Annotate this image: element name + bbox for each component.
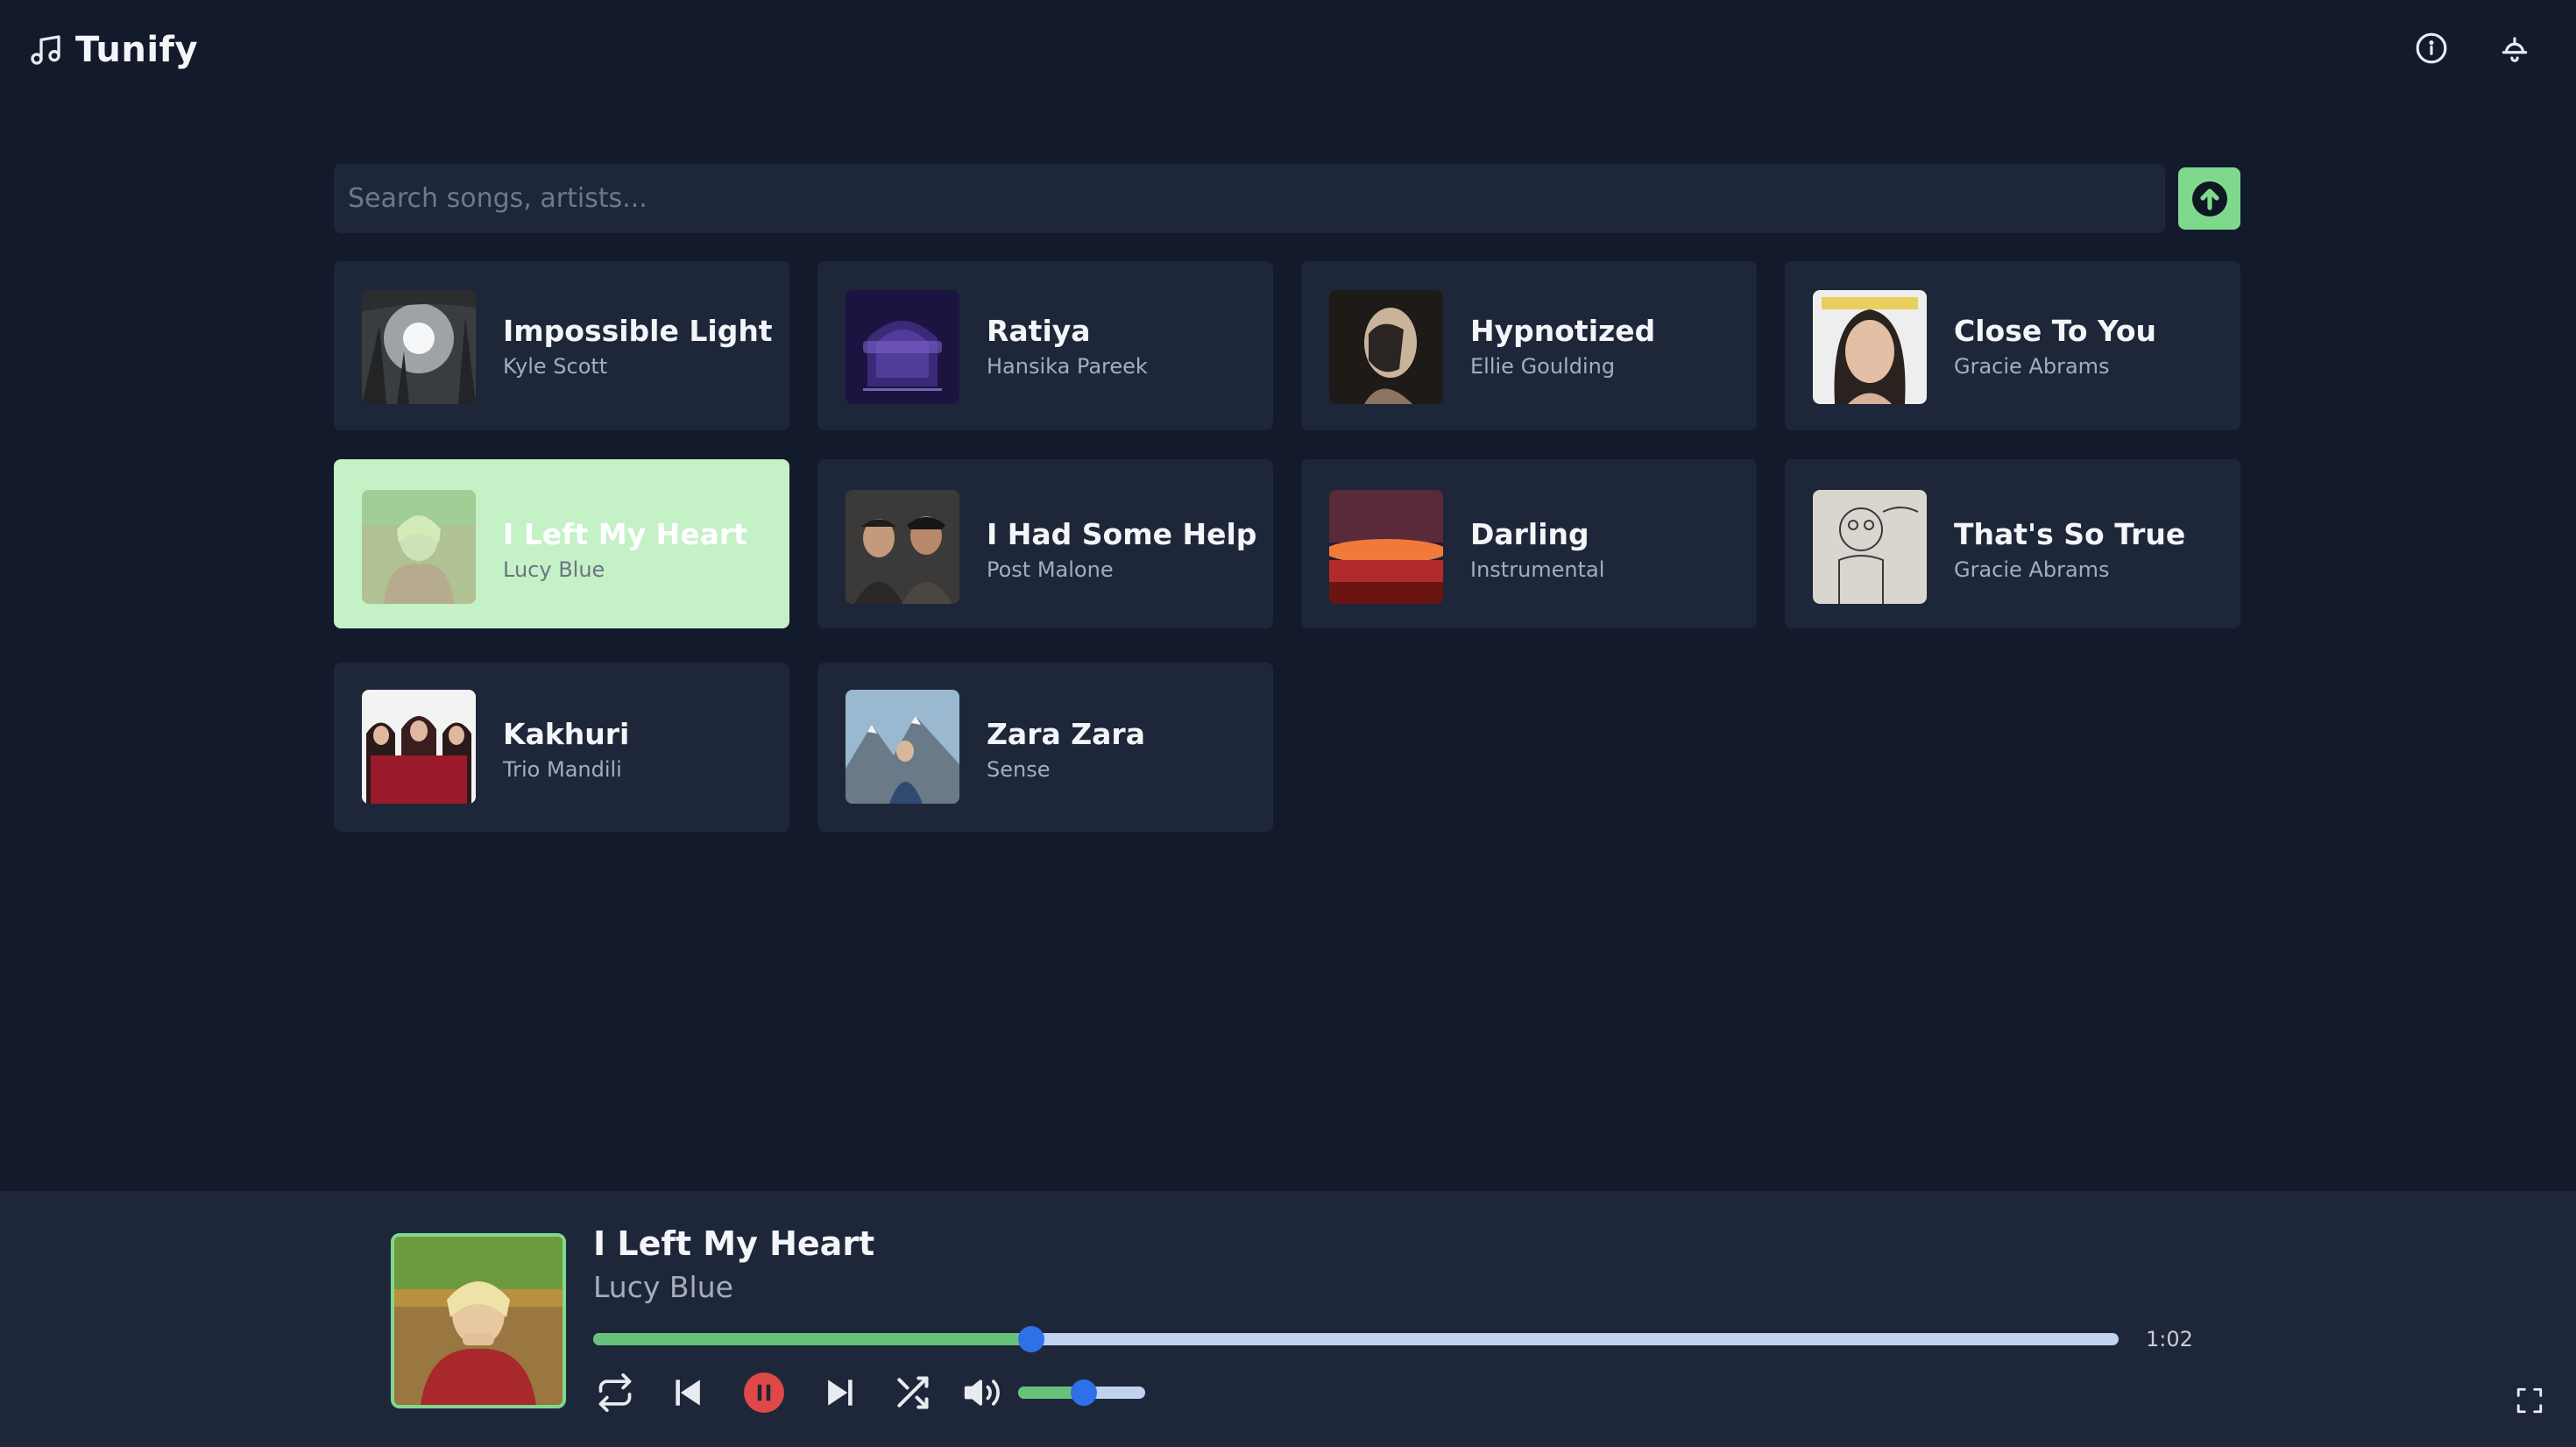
song-title: Hypnotized: [1470, 314, 1656, 348]
brand[interactable]: Tunify: [28, 26, 198, 74]
album-art: [362, 690, 476, 804]
album-art: [1329, 290, 1443, 404]
previous-button[interactable]: [662, 1366, 715, 1419]
bell-icon: [2502, 37, 2528, 62]
album-art: [846, 490, 959, 604]
volume-knob[interactable]: [1071, 1380, 1098, 1406]
song-artist: Trio Mandili: [503, 757, 622, 782]
now-playing-title: I Left My Heart: [593, 1224, 875, 1263]
search-bar: [334, 164, 2165, 233]
now-playing-art[interactable]: [391, 1233, 566, 1408]
song-card-active[interactable]: I Left My Heart Lucy Blue: [334, 459, 789, 628]
fullscreen-button[interactable]: [2511, 1382, 2548, 1419]
song-title: Impossible Light: [503, 314, 773, 348]
song-title: I Had Some Help: [987, 517, 1257, 551]
progress-fill: [593, 1333, 1031, 1345]
album-art: [1813, 490, 1927, 604]
info-icon: [2416, 32, 2447, 64]
search-input[interactable]: [334, 164, 2165, 233]
song-artist: Kyle Scott: [503, 354, 608, 379]
song-title: Zara Zara: [987, 717, 1145, 751]
next-icon: [828, 1380, 853, 1406]
previous-icon: [676, 1380, 700, 1406]
song-title: Darling: [1470, 517, 1589, 551]
song-card[interactable]: I Had Some Help Post Malone: [817, 459, 1273, 628]
album-art: [846, 290, 959, 404]
song-card[interactable]: Kakhuri Trio Mandili: [334, 663, 789, 832]
song-artist: Gracie Abrams: [1954, 557, 2110, 582]
progress-slider[interactable]: [593, 1326, 2119, 1352]
album-art: [1329, 490, 1443, 604]
song-artist: Instrumental: [1470, 557, 1605, 582]
song-title: I Left My Heart: [503, 517, 747, 551]
shuffle-icon: [897, 1376, 929, 1409]
upload-icon: [2191, 181, 2227, 216]
album-art: [362, 490, 476, 604]
volume-slider[interactable]: [1018, 1380, 1145, 1406]
song-title: Close To You: [1954, 314, 2157, 348]
song-card[interactable]: Zara Zara Sense: [817, 663, 1273, 832]
song-title: That's So True: [1954, 517, 2186, 551]
now-playing-artist: Lucy Blue: [593, 1270, 733, 1304]
repeat-icon: [598, 1373, 632, 1412]
song-artist: Post Malone: [987, 557, 1114, 582]
upload-button[interactable]: [2178, 167, 2240, 230]
volume-icon: [964, 1380, 1000, 1406]
pause-button[interactable]: [738, 1366, 790, 1419]
progress-knob[interactable]: [1017, 1326, 1044, 1352]
notifications-button[interactable]: [2495, 28, 2535, 68]
song-artist: Sense: [987, 757, 1051, 782]
song-card[interactable]: Close To You Gracie Abrams: [1785, 261, 2240, 430]
song-card[interactable]: That's So True Gracie Abrams: [1785, 459, 2240, 628]
music-note-icon: [31, 35, 60, 65]
fullscreen-icon: [2516, 1387, 2543, 1414]
song-title: Ratiya: [987, 314, 1091, 348]
song-card[interactable]: Ratiya Hansika Pareek: [817, 261, 1273, 430]
song-card[interactable]: Impossible Light Kyle Scott: [334, 261, 789, 430]
song-artist: Hansika Pareek: [987, 354, 1148, 379]
next-button[interactable]: [813, 1366, 866, 1419]
album-art: [1813, 290, 1927, 404]
repeat-button[interactable]: [589, 1366, 641, 1419]
pause-icon: [744, 1373, 784, 1413]
info-button[interactable]: [2411, 28, 2452, 68]
volume-button[interactable]: [956, 1366, 1008, 1419]
album-art: [846, 690, 959, 804]
song-artist: Ellie Goulding: [1470, 354, 1616, 379]
song-card[interactable]: Hypnotized Ellie Goulding: [1301, 261, 1757, 430]
app-name: Tunify: [75, 30, 199, 70]
album-art: [362, 290, 476, 404]
shuffle-button[interactable]: [886, 1366, 938, 1419]
player-bar: I Left My Heart Lucy Blue 1:02: [0, 1191, 2576, 1447]
song-card[interactable]: Darling Instrumental: [1301, 459, 1757, 628]
app-header: Tunify: [0, 0, 2576, 98]
song-artist: Lucy Blue: [503, 557, 605, 582]
current-time: 1:02: [2146, 1327, 2193, 1351]
song-title: Kakhuri: [503, 717, 630, 751]
song-artist: Gracie Abrams: [1954, 354, 2110, 379]
